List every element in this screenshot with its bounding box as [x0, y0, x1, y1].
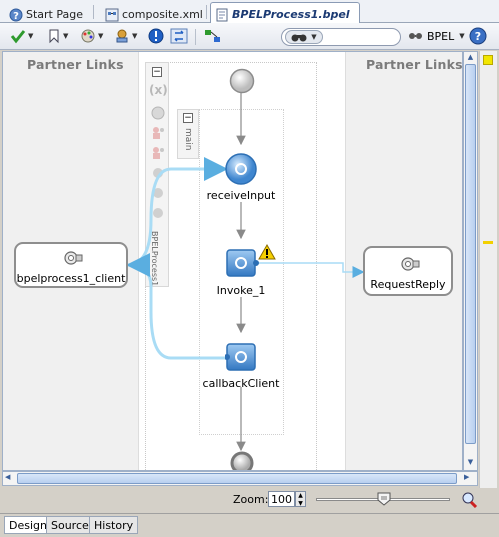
client-partner-label: bpelprocess1_client [16, 272, 126, 285]
zoom-slider-thumb[interactable] [377, 492, 391, 506]
bookmark-icon [49, 29, 59, 44]
service-gear-icon [64, 251, 83, 265]
search-field[interactable]: ▼ [281, 28, 401, 46]
refresh-button[interactable] [170, 27, 188, 45]
toolbar-separator [195, 29, 196, 45]
zoom-magnifier-icon[interactable] [461, 492, 479, 508]
invoke-activity[interactable] [225, 248, 259, 278]
zoom-label: Zoom: [233, 493, 269, 506]
horizontal-scrollbar[interactable]: ◀ ▶ [2, 471, 478, 486]
composite-icon [105, 8, 119, 21]
help-circle-icon: ? [9, 8, 23, 22]
scroll-down-arrow[interactable]: ▼ [465, 458, 476, 466]
overview-marker-strip [479, 51, 497, 488]
align-icon [205, 30, 220, 42]
validate-button[interactable]: ▼ [10, 27, 33, 45]
palette-button[interactable]: ▼ [80, 27, 103, 45]
horizontal-scroll-thumb[interactable] [17, 473, 457, 484]
view-tabs: Design Source History [0, 513, 499, 537]
tab-separator [206, 5, 207, 19]
tab-label: BPELProcess1.bpel [232, 8, 350, 21]
chevron-down-icon: ▼ [132, 32, 138, 40]
tab-history[interactable]: History [89, 516, 139, 534]
align-button[interactable] [204, 27, 222, 45]
warning-line-marker[interactable] [483, 241, 493, 244]
tab-label: composite.xml [122, 8, 203, 21]
tab-label: Start Page [26, 8, 83, 21]
service-gear-icon [401, 257, 420, 271]
activities-button[interactable]: ▼ [114, 27, 137, 45]
help-button[interactable]: ? [469, 27, 487, 45]
chevron-down-icon: ▼ [98, 32, 104, 40]
help-icon: ? [469, 27, 487, 45]
binoculars-icon [291, 34, 307, 42]
tab-composite[interactable]: composite.xml [100, 3, 210, 23]
process-start-node[interactable] [229, 68, 255, 94]
svg-text:?: ? [13, 11, 19, 22]
chevron-down-icon: ▼ [459, 32, 465, 40]
editor-tab-bar: ? Start Page composite.xml BPELProcess1.… [0, 0, 499, 24]
warning-icon[interactable] [258, 244, 276, 260]
checkmark-icon [10, 30, 26, 44]
chevron-down-icon: ▼ [311, 33, 317, 41]
vertical-scrollbar[interactable]: ▲ ▼ [463, 51, 478, 471]
info-icon [148, 28, 164, 44]
receive-input-activity[interactable] [224, 152, 258, 186]
chevron-down-icon: ▼ [63, 32, 69, 40]
bpel-glasses-icon [409, 33, 422, 39]
sync-icon [170, 28, 188, 44]
scroll-right-arrow[interactable]: ▶ [464, 473, 469, 481]
tab-bpel-process[interactable]: BPELProcess1.bpel [210, 2, 360, 24]
tab-design[interactable]: Design [4, 516, 52, 534]
invoke-label: Invoke_1 [216, 284, 266, 297]
svg-text:?: ? [475, 30, 481, 43]
scroll-up-arrow[interactable]: ▲ [465, 53, 476, 61]
bpel-toolbar: ▼ ▼ ▼ ▼ ▼ BPEL ▼ ? [0, 23, 499, 50]
info-button[interactable] [148, 27, 164, 45]
bpel-file-icon [216, 8, 228, 21]
search-input[interactable] [326, 30, 396, 44]
zoom-stepper[interactable]: ▲ ▼ [295, 491, 306, 507]
warning-summary-marker[interactable] [483, 55, 493, 65]
tab-separator [93, 5, 94, 19]
scroll-left-arrow[interactable]: ◀ [5, 473, 10, 481]
bpel-menu-label: BPEL [427, 29, 455, 43]
callback-client-activity[interactable] [225, 342, 259, 372]
receive-input-label: receiveInput [206, 189, 276, 202]
vertical-scroll-thumb[interactable] [465, 64, 476, 444]
chevron-down-icon: ▼ [28, 32, 34, 40]
palette-icon [81, 29, 95, 43]
gear-stack-icon [116, 29, 128, 43]
bookmark-button[interactable]: ▼ [47, 27, 68, 45]
bpel-design-canvas[interactable]: Partner Links Partner Links − (x) BPELPr… [2, 51, 463, 471]
search-scope-dropdown[interactable]: ▼ [285, 30, 323, 44]
zoom-input[interactable] [268, 491, 295, 507]
tab-source[interactable]: Source [46, 516, 94, 534]
request-reply-partner-link[interactable]: RequestReply [363, 246, 453, 296]
process-end-node[interactable] [229, 450, 255, 471]
tab-start-page[interactable]: ? Start Page [4, 3, 90, 23]
callback-client-label: callbackClient [202, 377, 280, 390]
bpel-menu-button[interactable]: BPEL ▼ [408, 27, 465, 45]
request-reply-label: RequestReply [370, 278, 446, 291]
zoom-bar: Zoom: ▲▼ [0, 488, 499, 513]
client-partner-link[interactable]: bpelprocess1_client [14, 242, 128, 288]
